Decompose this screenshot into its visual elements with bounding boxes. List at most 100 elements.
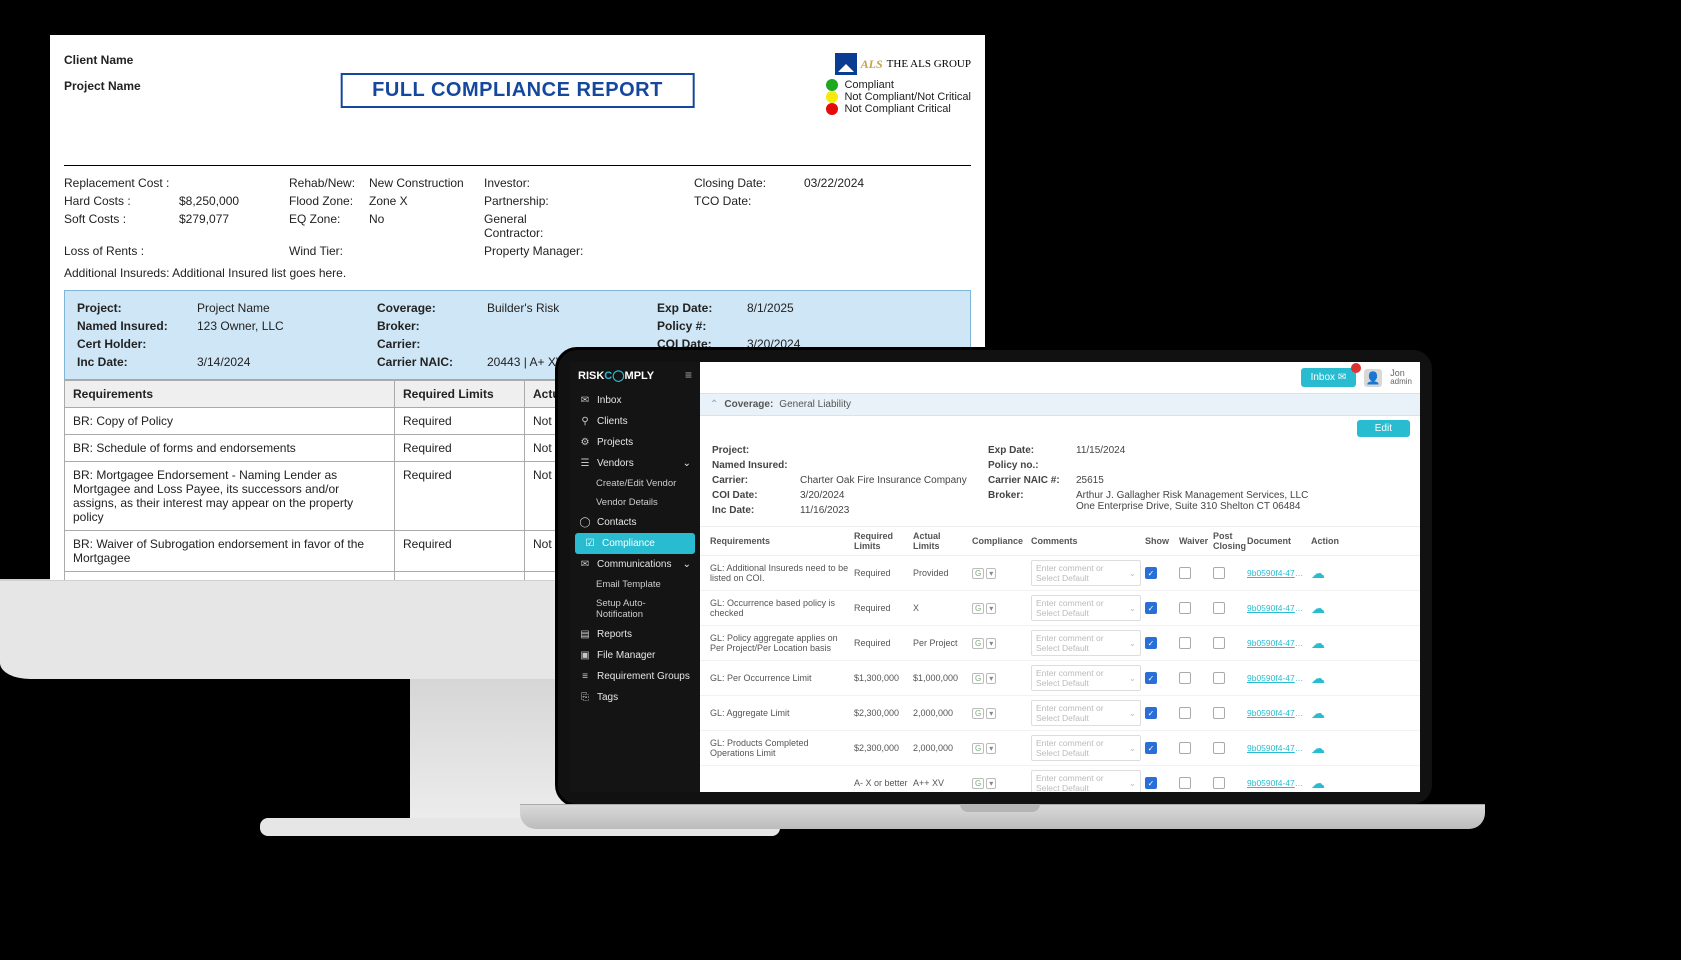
sidebar-sub-vendor-details[interactable]: Vendor Details bbox=[570, 493, 700, 512]
document-link[interactable]: 9b0590f4-475e-49e5- bbox=[1247, 743, 1307, 753]
show-checkbox[interactable]: ✓ bbox=[1145, 637, 1157, 649]
bb-incdate-l: Inc Date: bbox=[77, 355, 197, 369]
legend-notcritical: Not Compliant/Not Critical bbox=[844, 91, 971, 103]
sidebar-item-vendors[interactable]: ☰Vendors⌄ bbox=[570, 453, 700, 474]
show-checkbox[interactable]: ✓ bbox=[1145, 602, 1157, 614]
show-checkbox[interactable]: ✓ bbox=[1145, 672, 1157, 684]
compliance-pill[interactable]: G▾ bbox=[972, 568, 1027, 579]
comment-input[interactable]: Enter comment or Select Default⌄ bbox=[1031, 560, 1141, 586]
upload-icon[interactable]: ☁ bbox=[1311, 705, 1341, 722]
show-checkbox[interactable]: ✓ bbox=[1145, 707, 1157, 719]
show-checkbox[interactable]: ✓ bbox=[1145, 742, 1157, 754]
compliance-pill[interactable]: G▾ bbox=[972, 603, 1027, 614]
sidebar-item-label: Communications bbox=[597, 559, 671, 570]
comment-input[interactable]: Enter comment or Select Default⌄ bbox=[1031, 770, 1141, 792]
show-checkbox[interactable]: ✓ bbox=[1145, 777, 1157, 789]
upload-icon[interactable]: ☁ bbox=[1311, 600, 1341, 617]
post-closing-checkbox[interactable] bbox=[1213, 602, 1225, 614]
breadcrumb-coverage-label: Coverage: bbox=[724, 399, 773, 410]
avatar-icon[interactable]: 👤 bbox=[1364, 369, 1382, 387]
compliance-pill[interactable]: G▾ bbox=[972, 708, 1027, 719]
post-closing-checkbox[interactable] bbox=[1213, 742, 1225, 754]
inbox-button[interactable]: Inbox ✉ bbox=[1301, 368, 1357, 387]
waiver-checkbox[interactable] bbox=[1179, 777, 1191, 789]
upload-icon[interactable]: ☁ bbox=[1311, 740, 1341, 757]
sidebar-item-contacts[interactable]: ◯Contacts bbox=[570, 512, 700, 533]
upload-icon[interactable]: ☁ bbox=[1311, 775, 1341, 792]
m-expdate-v: 11/15/2024 bbox=[1076, 445, 1316, 456]
hamburger-icon[interactable]: ≡ bbox=[685, 368, 692, 382]
gc-value bbox=[584, 212, 694, 240]
compliance-pill[interactable]: G▾ bbox=[972, 743, 1027, 754]
sidebar-item-tags[interactable]: ⎘Tags bbox=[570, 687, 700, 708]
comment-input[interactable]: Enter comment or Select Default⌄ bbox=[1031, 595, 1141, 621]
cell-alim: Per Project bbox=[913, 638, 968, 648]
waiver-checkbox[interactable] bbox=[1179, 672, 1191, 684]
sidebar-item-clients[interactable]: ⚲Clients bbox=[570, 411, 700, 432]
chevron-up-icon[interactable]: ⌃ bbox=[710, 399, 718, 410]
coverage-meta: Project: Exp Date: 11/15/2024 Named Insu… bbox=[700, 441, 1420, 526]
upload-icon[interactable]: ☁ bbox=[1311, 565, 1341, 582]
cell-req: GL: Per Occurrence Limit bbox=[710, 673, 850, 683]
upload-icon[interactable]: ☁ bbox=[1311, 670, 1341, 687]
document-link[interactable]: 9b0590f4-475e-49e5- bbox=[1247, 603, 1307, 613]
grid-row: A- X or betterA++ XVG▾Enter comment or S… bbox=[700, 766, 1420, 792]
compliance-pill[interactable]: G▾ bbox=[972, 638, 1027, 649]
sidebar-sub-auto-notification[interactable]: Setup Auto-Notification bbox=[570, 594, 700, 624]
cell-alim: 2,000,000 bbox=[913, 708, 968, 718]
post-closing-checkbox[interactable] bbox=[1213, 707, 1225, 719]
topbar: Inbox ✉ 👤 Jon admin bbox=[700, 362, 1420, 393]
document-link[interactable]: 9b0590f4-475e-49e5- bbox=[1247, 708, 1307, 718]
waiver-checkbox[interactable] bbox=[1179, 567, 1191, 579]
breadcrumb-coverage-value: General Liability bbox=[779, 399, 851, 410]
sidebar-item-req-groups[interactable]: ≡Requirement Groups bbox=[570, 666, 700, 687]
document-link[interactable]: 9b0590f4-475e-49e5- bbox=[1247, 673, 1307, 683]
document-link[interactable]: 9b0590f4-475e-49e5- bbox=[1247, 778, 1307, 788]
compliance-pill[interactable]: G▾ bbox=[972, 673, 1027, 684]
post-closing-checkbox[interactable] bbox=[1213, 777, 1225, 789]
edit-button[interactable]: Edit bbox=[1357, 420, 1410, 437]
comment-input[interactable]: Enter comment or Select Default⌄ bbox=[1031, 665, 1141, 691]
cell-alim: X bbox=[913, 603, 968, 613]
post-closing-checkbox[interactable] bbox=[1213, 567, 1225, 579]
h-actual-limits: Actual Limits bbox=[913, 531, 968, 551]
h-action: Action bbox=[1311, 536, 1341, 546]
tags-icon: ⎘ bbox=[579, 692, 591, 703]
flood-zone-label: Flood Zone: bbox=[289, 194, 369, 208]
sidebar-item-compliance[interactable]: ☑Compliance bbox=[575, 533, 695, 554]
sidebar-item-reports[interactable]: ▤Reports bbox=[570, 624, 700, 645]
waiver-checkbox[interactable] bbox=[1179, 742, 1191, 754]
soft-costs-label: Soft Costs : bbox=[64, 212, 179, 240]
comment-input[interactable]: Enter comment or Select Default⌄ bbox=[1031, 735, 1141, 761]
contacts-icon: ◯ bbox=[579, 517, 591, 528]
sidebar-item-inbox[interactable]: ✉Inbox bbox=[570, 390, 700, 411]
waiver-checkbox[interactable] bbox=[1179, 707, 1191, 719]
document-link[interactable]: 9b0590f4-475e-49e5- bbox=[1247, 638, 1307, 648]
upload-icon[interactable]: ☁ bbox=[1311, 635, 1341, 652]
comment-input[interactable]: Enter comment or Select Default⌄ bbox=[1031, 700, 1141, 726]
post-closing-checkbox[interactable] bbox=[1213, 672, 1225, 684]
h-post-closing: Post Closing bbox=[1213, 531, 1243, 551]
user-role: admin bbox=[1390, 378, 1412, 386]
m-named-insured-v bbox=[800, 460, 980, 471]
sidebar-item-communications[interactable]: ✉Communications⌄ bbox=[570, 554, 700, 575]
sidebar-item-file-manager[interactable]: ▣File Manager bbox=[570, 645, 700, 666]
waiver-checkbox[interactable] bbox=[1179, 637, 1191, 649]
cell-req: GL: Products Completed Operations Limit bbox=[710, 738, 850, 758]
notification-badge-icon bbox=[1351, 363, 1361, 373]
cell-lim: Required bbox=[395, 572, 525, 581]
comment-input[interactable]: Enter comment or Select Default⌄ bbox=[1031, 630, 1141, 656]
show-checkbox[interactable]: ✓ bbox=[1145, 567, 1157, 579]
cell-lim: Required bbox=[395, 408, 525, 435]
post-closing-checkbox[interactable] bbox=[1213, 637, 1225, 649]
bb-carrier-l: Carrier: bbox=[377, 337, 487, 351]
waiver-checkbox[interactable] bbox=[1179, 602, 1191, 614]
sidebar-item-projects[interactable]: ⚙Projects bbox=[570, 432, 700, 453]
compliance-pill[interactable]: G▾ bbox=[972, 778, 1027, 789]
sidebar-sub-create-vendor[interactable]: Create/Edit Vendor bbox=[570, 474, 700, 493]
document-link[interactable]: 9b0590f4-475e-49e5- bbox=[1247, 568, 1307, 578]
cell-lim: Required bbox=[395, 462, 525, 531]
chevron-down-icon: ⌄ bbox=[683, 559, 691, 570]
sidebar-sub-email-template[interactable]: Email Template bbox=[570, 575, 700, 594]
closing-date-value: 03/22/2024 bbox=[804, 176, 914, 190]
